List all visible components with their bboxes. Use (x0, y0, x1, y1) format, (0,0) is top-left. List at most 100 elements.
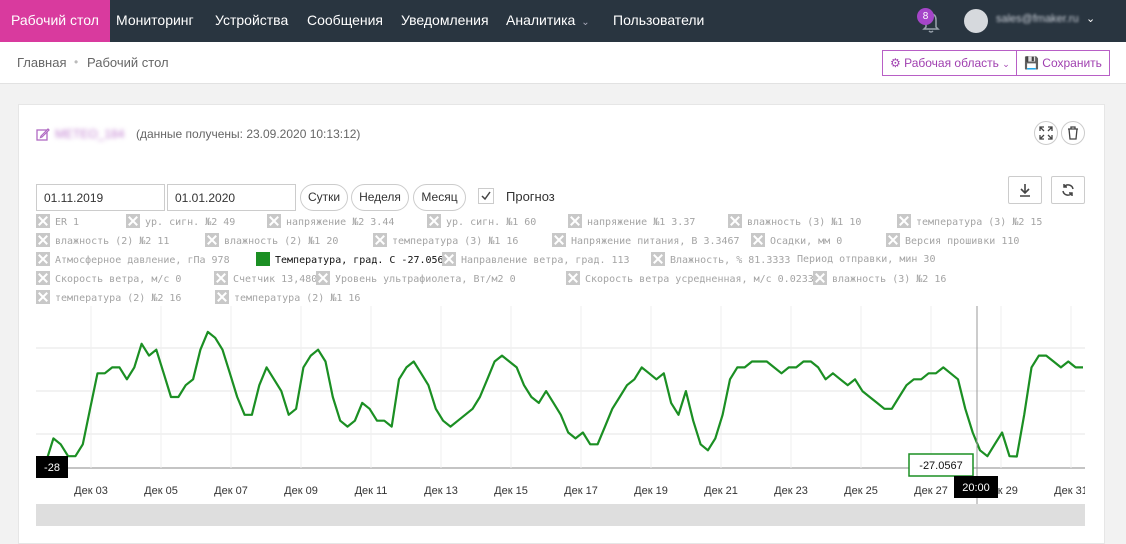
tooltip: -27.0567 (908, 453, 974, 477)
legend-label: напряжение №1 3.37 (587, 217, 696, 228)
delete-widget-button[interactable] (1061, 121, 1085, 145)
legend-item[interactable]: влажность (3) №1 10 (728, 214, 861, 230)
legend-item[interactable]: напряжение №1 3.37 (568, 214, 695, 230)
legend-label: Скорость ветра усредненная, м/с 0.0233 (585, 274, 814, 285)
nav-item-dashboard[interactable]: Рабочий стол (0, 0, 110, 47)
save-button[interactable]: 💾 Сохранить (1016, 50, 1110, 76)
legend-toggle-icon (373, 233, 387, 247)
legend-toggle-icon (36, 290, 50, 304)
temperature-series-line (44, 330, 1083, 463)
user-email[interactable]: sales@fmaker.ru (996, 13, 1079, 25)
data-received-timestamp: (данные получены: 23.09.2020 10:13:12) (136, 127, 361, 141)
x-tick-label: Дек 15 (494, 485, 528, 497)
forecast-checkbox[interactable] (478, 188, 494, 204)
temperature-chart[interactable]: Дек 03 Дек 05 Дек 07 Дек 09 Дек 11 Дек 13 Дек … (36, 306, 1085, 506)
x-tick-label: Дек 21 (704, 485, 738, 497)
nav-item-messages[interactable]: Сообщения (307, 0, 383, 42)
download-icon (1020, 184, 1030, 197)
x-tick-label: Дек 17 (564, 485, 598, 497)
chevron-down-icon: ⌄ (581, 17, 590, 28)
legend-item[interactable]: влажность (2) №2 11 (36, 233, 169, 249)
legend-toggle-icon (568, 214, 582, 228)
workspace-button[interactable]: ⚙ Рабочая область ⌄ (882, 50, 1018, 76)
legend-item[interactable]: Атмосферное давление, гПа 978 (36, 252, 230, 268)
legend-item[interactable]: Влажность, % 81.3333 (651, 252, 790, 268)
legend-item[interactable]: Направление ветра, град. 113 (442, 252, 630, 268)
period-day-button[interactable]: Сутки (300, 184, 348, 211)
legend-item[interactable]: Период отправки, мин 30 (797, 252, 935, 268)
legend-toggle-icon (813, 271, 827, 285)
legend-item[interactable]: температура (3) №1 16 (373, 233, 518, 249)
x-tick-label: Дек 11 (355, 485, 388, 497)
legend-toggle-icon (886, 233, 900, 247)
y-min-label-box: -28 (36, 456, 68, 478)
date-to-input[interactable] (167, 184, 296, 211)
nav-item-analytics[interactable]: Аналитика ⌄ (506, 0, 590, 42)
legend-item[interactable]: температура (3) №2 15 (897, 214, 1042, 230)
legend-toggle-icon (897, 214, 911, 228)
breadcrumb-home[interactable]: Главная (17, 55, 66, 70)
x-axis-ticks: Дек 03 Дек 05 Дек 07 Дек 09 Дек 11 Дек 13 Дек … (74, 485, 1085, 497)
breadcrumb-current: Рабочий стол (87, 55, 169, 70)
nav-item-analytics-label: Аналитика (506, 12, 576, 28)
period-week-button[interactable]: Неделя (351, 184, 409, 211)
legend-label: Напряжение питания, В 3.3467 (571, 236, 740, 247)
legend-item[interactable]: Скорость ветра, м/с 0 (36, 271, 181, 287)
legend-item[interactable]: ER 1 (36, 214, 79, 230)
legend-item[interactable]: влажность (2) №1 20 (205, 233, 338, 249)
y-min-label: -28 (44, 462, 60, 474)
legend-item[interactable]: Осадки, мм 0 (751, 233, 842, 249)
date-from-input[interactable] (36, 184, 165, 211)
notification-count-badge: 8 (917, 8, 934, 25)
save-label: Сохранить (1042, 56, 1102, 70)
fullscreen-button[interactable] (1034, 121, 1058, 145)
trash-icon (1068, 126, 1078, 140)
legend-label: ур. сигн. №1 60 (446, 217, 537, 228)
refresh-icon (1062, 184, 1074, 196)
download-button[interactable] (1008, 176, 1042, 204)
legend-item[interactable]: ур. сигн. №1 60 (427, 214, 536, 230)
nav-item-devices[interactable]: Устройства (215, 0, 288, 42)
legend-toggle-icon (126, 214, 140, 228)
legend-item-active[interactable]: Температура, град. С -27.0567 (256, 252, 450, 268)
forecast-label: Прогноз (506, 189, 555, 204)
legend-item[interactable]: Напряжение питания, В 3.3467 (552, 233, 740, 249)
chart-navigator-scrollbar[interactable] (36, 504, 1085, 526)
refresh-button[interactable] (1051, 176, 1085, 204)
user-menu-chevron-icon[interactable]: ⌄ (1086, 12, 1095, 25)
nav-item-notifications[interactable]: Уведомления (401, 0, 489, 42)
legend-label: влажность (2) №1 20 (224, 236, 339, 247)
legend-item[interactable]: температура (2) №1 16 (215, 290, 360, 306)
legend-label: Скорость ветра, м/с 0 (55, 274, 182, 285)
period-month-button[interactable]: Месяц (413, 184, 466, 211)
device-name[interactable]: METEO_184 (55, 127, 124, 141)
legend-toggle-icon (215, 290, 229, 304)
x-tick-label: Дек 19 (634, 485, 668, 497)
legend-color-swatch (256, 252, 270, 266)
legend-toggle-icon (566, 271, 580, 285)
x-tick-label: Дек 23 (774, 485, 808, 497)
legend-toggle-icon (751, 233, 765, 247)
avatar[interactable] (964, 9, 988, 33)
legend-item[interactable]: Версия прошивки 110 (886, 233, 1019, 249)
legend-item[interactable]: влажность (3) №2 16 (813, 271, 946, 287)
gears-icon: ⚙ (890, 56, 901, 70)
legend-item[interactable]: Счетчик 13,480 (214, 271, 317, 287)
x-tick-label: Дек 03 (74, 485, 108, 497)
legend-label: Направление ветра, град. 113 (461, 255, 630, 266)
edit-icon[interactable] (36, 127, 50, 141)
legend-toggle-icon (316, 271, 330, 285)
crosshair-time-box: 20:00 (954, 476, 998, 498)
legend-label: Уровень ультрафиолета, Вт/м2 0 (335, 274, 516, 285)
nav-item-users[interactable]: Пользователи (613, 0, 704, 42)
legend-item[interactable]: Скорость ветра усредненная, м/с 0.0233 (566, 271, 814, 287)
legend-item[interactable]: Уровень ультрафиолета, Вт/м2 0 (316, 271, 516, 287)
nav-item-monitoring[interactable]: Мониторинг (116, 0, 194, 42)
legend-toggle-icon (214, 271, 228, 285)
legend-item[interactable]: ур. сигн. №2 49 (126, 214, 235, 230)
tooltip-value: -27.0567 (919, 460, 962, 472)
x-tick-label: Дек 25 (844, 485, 878, 497)
crosshair-time: 20:00 (962, 482, 990, 494)
legend-item[interactable]: температура (2) №2 16 (36, 290, 181, 306)
legend-item[interactable]: напряжение №2 3.44 (267, 214, 394, 230)
